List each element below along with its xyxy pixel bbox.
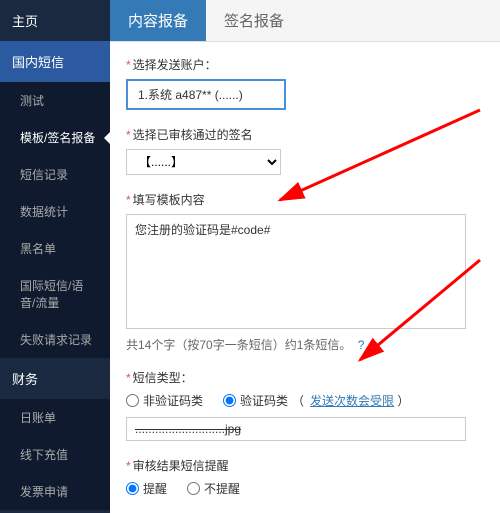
tabs: 内容报备 签名报备: [110, 0, 500, 42]
group-template: *填写模板内容 共14个字（按70字一条短信）约1条短信。 ?: [126, 191, 484, 353]
sidebar-item-daily-bill[interactable]: 日账单: [0, 399, 110, 436]
form: *选择发送账户： 1.系统 a487** (......) *选择已审核通过的签…: [110, 42, 500, 513]
sidebar-item-intl[interactable]: 国际短信/语音/流量: [0, 267, 110, 321]
review-label: *审核结果短信提醒: [126, 457, 484, 474]
sign-select[interactable]: 【......】: [126, 149, 281, 175]
main-panel: 内容报备 签名报备 *选择发送账户： 1.系统 a487** (......) …: [110, 0, 500, 513]
sidebar-item-stats[interactable]: 数据统计: [0, 193, 110, 230]
radio-remind[interactable]: 提醒: [126, 480, 167, 497]
sms-type-label: *短信类型：: [126, 369, 484, 386]
sidebar-item-test[interactable]: 测试: [0, 82, 110, 119]
template-textarea[interactable]: [126, 214, 466, 329]
sidebar-group-domestic-sms[interactable]: 国内短信: [0, 41, 110, 82]
radio-noremind-input[interactable]: [187, 482, 200, 495]
sidebar-item-invoice[interactable]: 发票申请: [0, 473, 110, 510]
sidebar-item-offline-recharge[interactable]: 线下充值: [0, 436, 110, 473]
sidebar-item-template-sign[interactable]: 模板/签名报备: [0, 119, 110, 156]
account-label: *选择发送账户：: [126, 56, 484, 73]
sidebar-item-blacklist[interactable]: 黑名单: [0, 230, 110, 267]
group-sms-type: *短信类型： 非验证码类 验证码类 （发送次数会受限 ）: [126, 369, 484, 441]
sidebar: 主页 国内短信 测试 模板/签名报备 短信记录 数据统计 黑名单 国际短信/语音…: [0, 0, 110, 513]
sidebar-group-finance[interactable]: 财务: [0, 358, 110, 399]
info-icon[interactable]: ?: [358, 338, 365, 352]
radio-verify-input[interactable]: [223, 394, 236, 407]
radio-verify[interactable]: 验证码类 （发送次数会受限 ）: [223, 392, 409, 409]
sidebar-item-sms-record[interactable]: 短信记录: [0, 156, 110, 193]
template-hint: 共14个字（按70字一条短信）约1条短信。 ?: [126, 336, 484, 353]
radio-nonverify-input[interactable]: [126, 394, 139, 407]
template-label: *填写模板内容: [126, 191, 484, 208]
sidebar-home[interactable]: 主页: [0, 0, 110, 41]
limit-link[interactable]: 发送次数会受限: [310, 394, 394, 408]
sign-label: *选择已审核通过的签名: [126, 126, 484, 143]
radio-nonverify[interactable]: 非验证码类: [126, 392, 203, 409]
radio-remind-input[interactable]: [126, 482, 139, 495]
group-review-remind: *审核结果短信提醒 提醒 不提醒: [126, 457, 484, 497]
group-account: *选择发送账户： 1.系统 a487** (......): [126, 56, 484, 110]
radio-noremind[interactable]: 不提醒: [187, 480, 240, 497]
tab-content-report[interactable]: 内容报备: [110, 0, 206, 41]
extra-input[interactable]: [126, 417, 466, 441]
sidebar-item-fail-log[interactable]: 失败请求记录: [0, 321, 110, 358]
tab-sign-report[interactable]: 签名报备: [206, 0, 302, 41]
group-sign: *选择已审核通过的签名 【......】: [126, 126, 484, 175]
account-select[interactable]: 1.系统 a487** (......): [126, 79, 286, 110]
